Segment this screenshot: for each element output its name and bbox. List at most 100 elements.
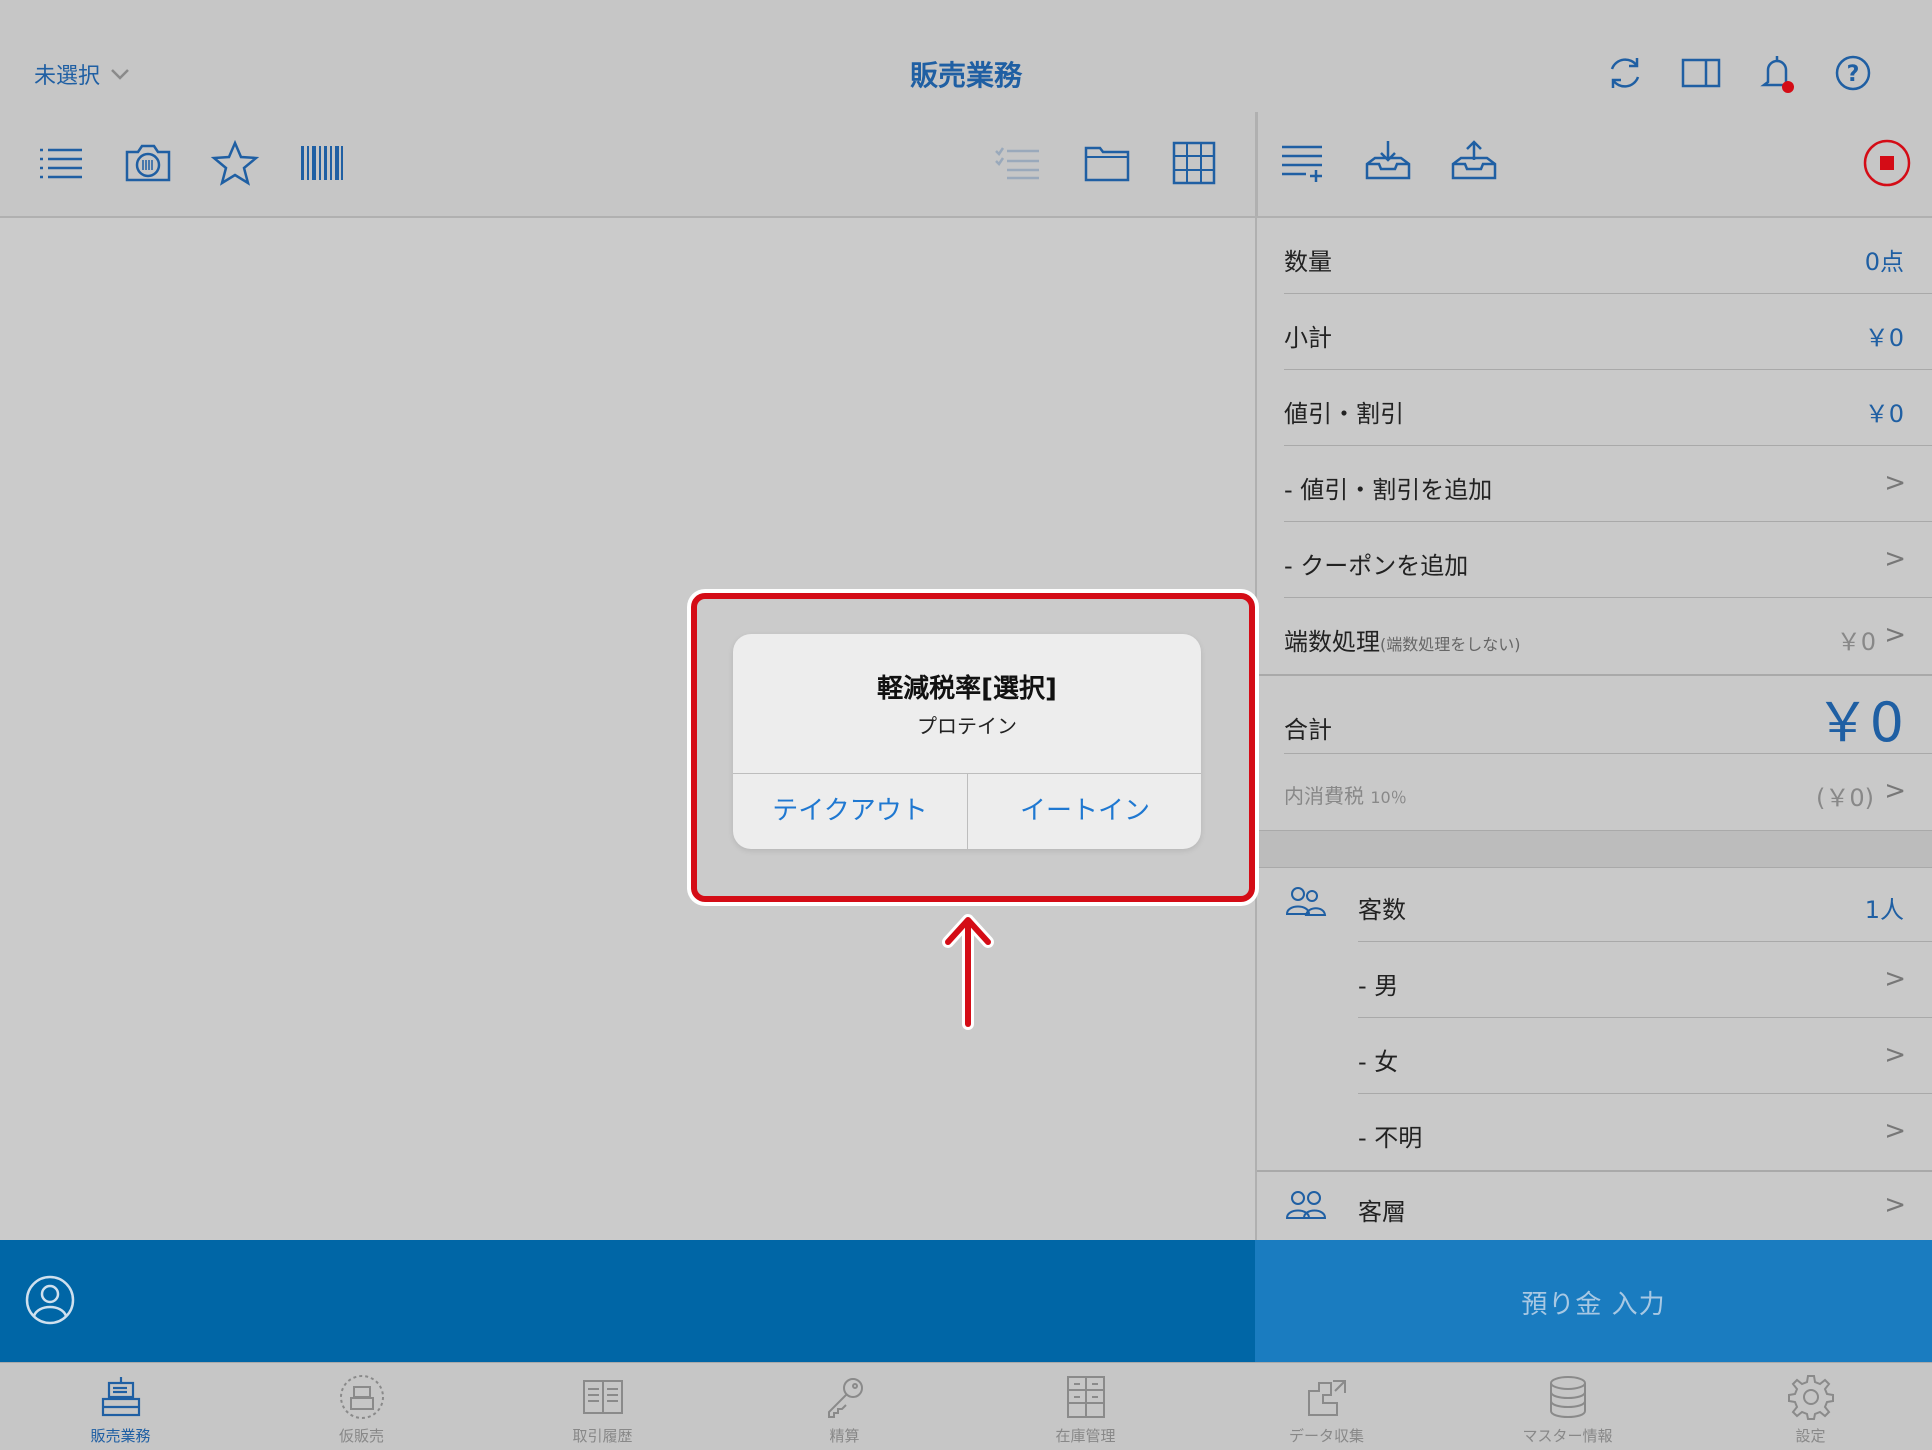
sync-icon[interactable] [1604, 52, 1646, 94]
notification-bell-icon[interactable] [1756, 52, 1798, 94]
gear-icon [1787, 1375, 1834, 1420]
add-discount-label: - 値引・割引を追加 [1284, 476, 1493, 504]
subtotal-row: 小計 ￥0 [1284, 294, 1932, 370]
tab-settings[interactable]: 設定 [1690, 1363, 1931, 1450]
chevron-right-icon: > [1884, 468, 1906, 498]
tab-label: データ収集 [1288, 1427, 1364, 1445]
rounding-label-text: 端数処理 [1284, 628, 1380, 656]
database-icon [1549, 1376, 1586, 1418]
takeout-button[interactable]: テイクアウト [733, 774, 967, 849]
tab-settlement[interactable]: 精算 [724, 1363, 965, 1450]
customer-segment-row[interactable]: 客層 > [1284, 1172, 1932, 1240]
quantity-row: 数量 0点 [1284, 218, 1932, 294]
chevron-right-icon: > [1884, 964, 1906, 994]
tax-row[interactable]: 内消費税 10％ (￥0) > [1284, 754, 1932, 830]
tab-sales[interactable]: 販売業務 [0, 1363, 241, 1450]
tax-rate: 10％ [1370, 788, 1407, 807]
reduced-tax-dialog: 軽減税率[選択] プロテイン テイクアウト イートイン [733, 634, 1201, 849]
chevron-right-icon: > [1884, 1190, 1906, 1220]
chevron-right-icon: > [1884, 1116, 1906, 1146]
customer-segment-label: 客層 [1358, 1198, 1406, 1226]
quantity-value: 0点 [1864, 248, 1904, 276]
split-view-icon[interactable] [1680, 52, 1722, 94]
tab-inventory[interactable]: 在庫管理 [965, 1363, 1206, 1450]
female-label: - 女 [1358, 1048, 1399, 1076]
barcode-icon[interactable] [297, 138, 347, 188]
data-collect-icon [1307, 1380, 1346, 1416]
staff-bar [0, 1240, 1255, 1362]
discount-row: 値引・割引 ￥0 [1284, 370, 1932, 446]
unknown-count-row[interactable]: - 不明 > [1284, 1094, 1932, 1170]
stop-record-icon[interactable] [1862, 138, 1912, 188]
dialog-message: プロテイン [917, 714, 1017, 738]
unknown-label: - 不明 [1358, 1124, 1423, 1152]
chevron-right-icon: > [1884, 544, 1906, 574]
tab-label: 仮販売 [338, 1427, 384, 1445]
female-count-row[interactable]: - 女 > [1284, 1018, 1932, 1094]
tab-label: 精算 [829, 1427, 860, 1445]
checklist-icon[interactable] [993, 138, 1043, 188]
import-tray-icon[interactable] [1363, 138, 1413, 188]
tab-label: 販売業務 [90, 1427, 151, 1445]
subtotal-label: 小計 [1284, 324, 1332, 352]
chevron-right-icon: > [1884, 776, 1906, 806]
chevron-right-icon: > [1884, 620, 1906, 650]
svg-text:?: ? [1847, 62, 1860, 87]
rounding-label: 端数処理(端数処理をしない) [1284, 622, 1521, 657]
help-icon[interactable]: ? [1832, 52, 1874, 94]
grid-icon[interactable] [1169, 138, 1219, 188]
deposit-input-label: 預り金 入力 [1521, 1290, 1666, 1320]
dialog-title: 軽減税率[選択] [877, 674, 1057, 704]
export-tray-icon[interactable] [1449, 138, 1499, 188]
deposit-input-button[interactable]: 預り金 入力 [1255, 1240, 1932, 1362]
chevron-right-icon: > [1884, 1040, 1906, 1070]
list-icon[interactable] [36, 138, 86, 188]
favorite-star-icon[interactable] [210, 138, 260, 188]
tax-label-text: 内消費税 [1284, 784, 1364, 808]
tax-label: 内消費税 10％ [1284, 780, 1407, 809]
key-icon [827, 1378, 863, 1418]
total-row: 合計 ￥0 [1284, 676, 1932, 754]
section-gap [1257, 830, 1932, 868]
folder-icon[interactable] [1082, 138, 1132, 188]
customer-count-value: 1人 [1864, 896, 1904, 924]
rounding-row[interactable]: 端数処理(端数処理をしない) ￥0 > [1284, 598, 1932, 674]
customer-count-label: 客数 [1358, 896, 1406, 924]
add-discount-row[interactable]: - 値引・割引を追加 > [1284, 446, 1932, 522]
staff-avatar-icon[interactable] [24, 1274, 76, 1326]
rounding-value: ￥0 [1836, 628, 1876, 656]
male-label: - 男 [1358, 972, 1399, 1000]
transaction-summary: 数量 0点 小計 ￥0 値引・割引 ￥0 - 値引・割引を追加 > - クーポン… [1257, 218, 1932, 1240]
add-coupon-label: - クーポンを追加 [1284, 552, 1469, 580]
transaction-toolbar [1256, 112, 1932, 218]
bottom-tab-bar: 販売業務 仮販売 取引履歴 精算 在庫管理 データ収集 マスター情報 設定 [0, 1362, 1932, 1450]
rounding-note: (端数処理をしない) [1380, 635, 1521, 654]
annotation-arrow-icon [942, 914, 994, 1030]
tab-label: 在庫管理 [1055, 1427, 1116, 1445]
top-bar: 未選択 販売業務 ? [0, 0, 1932, 114]
tab-label: 取引履歴 [572, 1427, 633, 1445]
history-book-icon [582, 1380, 623, 1414]
product-toolbar [0, 112, 1255, 218]
camera-scan-icon[interactable] [123, 138, 173, 188]
total-value: ￥0 [1815, 691, 1904, 754]
discount-label: 値引・割引 [1284, 400, 1404, 428]
customer-segment-icon [1285, 1191, 1327, 1219]
tab-master-info[interactable]: マスター情報 [1447, 1363, 1688, 1450]
customers-icon [1285, 887, 1327, 916]
tab-temp-sale[interactable]: 仮販売 [241, 1363, 482, 1450]
add-coupon-row[interactable]: - クーポンを追加 > [1284, 522, 1932, 598]
tab-history[interactable]: 取引履歴 [482, 1363, 723, 1450]
temp-sale-icon [339, 1375, 384, 1419]
tab-label: 設定 [1795, 1427, 1826, 1445]
inventory-icon [1066, 1376, 1105, 1418]
subtotal-value: ￥0 [1864, 324, 1904, 352]
tax-value: (￥0) [1816, 784, 1874, 812]
tab-label: マスター情報 [1522, 1427, 1613, 1445]
discount-value: ￥0 [1864, 400, 1904, 428]
male-count-row[interactable]: - 男 > [1284, 942, 1932, 1018]
eat-in-button[interactable]: イートイン [968, 774, 1202, 849]
add-line-icon[interactable] [1278, 138, 1328, 188]
customer-count-row[interactable]: 客数 1人 [1284, 866, 1932, 942]
tab-data-collection[interactable]: データ収集 [1206, 1363, 1447, 1450]
